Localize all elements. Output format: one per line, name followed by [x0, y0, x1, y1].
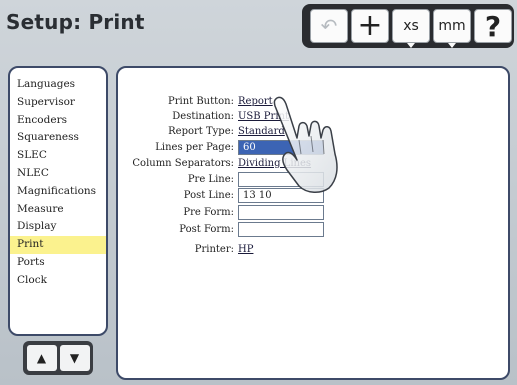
- menu-item-slec[interactable]: SLEC: [10, 147, 106, 165]
- arrow-down-icon: ▼: [69, 351, 80, 365]
- menu-item-supervisor[interactable]: Supervisor: [10, 94, 106, 112]
- printer-value[interactable]: HP: [238, 243, 253, 257]
- pre-form-label: Pre Form:: [183, 207, 234, 218]
- page-title: Setup: Print: [6, 10, 145, 34]
- undo-arrow-icon: ↶: [320, 14, 338, 38]
- setup-menu: Languages Supervisor Encoders Squareness…: [8, 66, 108, 336]
- menu-item-nlec[interactable]: NLEC: [10, 165, 106, 183]
- lines-per-page-label: Lines per Page:: [155, 142, 234, 153]
- menu-item-encoders[interactable]: Encoders: [10, 112, 106, 130]
- printer-row: Printer: HP: [118, 243, 508, 257]
- print-button-label: Print Button:: [167, 96, 234, 107]
- menu-item-print[interactable]: Print: [10, 236, 106, 254]
- toolbar: ↶ + xs mm ?: [302, 4, 514, 48]
- pre-line-label: Pre Line:: [187, 174, 234, 185]
- destination-label: Destination:: [172, 111, 234, 122]
- add-feature-button[interactable]: +: [351, 9, 389, 43]
- report-type-label: Report Type:: [168, 126, 234, 137]
- menu-item-display[interactable]: Display: [10, 218, 106, 236]
- printer-label: Printer:: [194, 244, 234, 255]
- menu-item-ports[interactable]: Ports: [10, 254, 106, 272]
- units-button[interactable]: mm: [433, 9, 471, 48]
- column-separators-label: Column Separators:: [132, 158, 234, 169]
- menu-item-measure[interactable]: Measure: [10, 201, 106, 219]
- scroll-down-button[interactable]: ▼: [59, 345, 90, 371]
- pre-form-row: Pre Form:: [118, 205, 508, 220]
- post-form-row: Post Form:: [118, 222, 508, 237]
- units-label: mm: [438, 18, 466, 34]
- dropdown-indicator-icon: [407, 43, 415, 48]
- menu-scroll-controls: ▲ ▼: [23, 341, 93, 375]
- undo-button[interactable]: ↶: [310, 9, 348, 43]
- menu-item-squareness[interactable]: Squareness: [10, 129, 106, 147]
- help-button[interactable]: ?: [474, 9, 512, 43]
- touch-pointer-hand-icon: [273, 96, 338, 193]
- xs-label: xs: [403, 18, 419, 34]
- scroll-up-button[interactable]: ▲: [26, 345, 57, 371]
- print-button-value[interactable]: Report: [238, 95, 273, 109]
- menu-item-languages[interactable]: Languages: [10, 76, 106, 94]
- pre-form-field[interactable]: [238, 205, 324, 220]
- post-form-field[interactable]: [238, 222, 324, 237]
- help-icon: ?: [484, 9, 502, 43]
- post-line-label: Post Line:: [183, 190, 234, 201]
- post-form-label: Post Form:: [179, 224, 234, 235]
- plus-icon: +: [357, 8, 383, 43]
- menu-item-clock[interactable]: Clock: [10, 272, 106, 290]
- dropdown-indicator-icon: [448, 43, 456, 48]
- arrow-up-icon: ▲: [36, 351, 47, 365]
- xs-button[interactable]: xs: [392, 9, 430, 48]
- menu-item-magnifications[interactable]: Magnifications: [10, 183, 106, 201]
